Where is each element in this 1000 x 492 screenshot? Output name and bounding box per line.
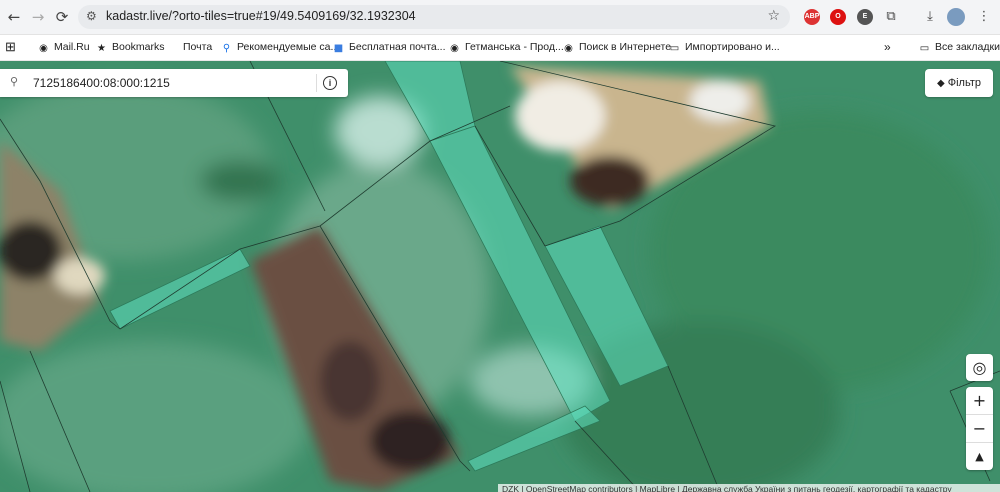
zoom-controls: + − ▲ bbox=[966, 387, 993, 470]
forward-icon[interactable]: → bbox=[28, 7, 48, 27]
download-icon[interactable]: ⤓ bbox=[921, 8, 939, 26]
search-input[interactable]: 7125186400:08:000:1215 bbox=[33, 76, 170, 90]
aerial-imagery bbox=[0, 61, 1000, 492]
bookmark-item[interactable]: ★ Bookmarks bbox=[96, 39, 165, 55]
bookmark-item[interactable]: Почта bbox=[183, 39, 212, 55]
folder-icon: ▭ bbox=[919, 43, 930, 54]
profile-avatar[interactable] bbox=[947, 8, 965, 26]
map-canvas[interactable]: ⚲ 7125186400:08:000:1215 i ◆ Фільтр ◎ + −… bbox=[0, 61, 1000, 492]
bookmark-item[interactable]: ⚲ Рекомендуемые са... bbox=[221, 39, 339, 55]
folder-icon: ▭ bbox=[669, 43, 680, 54]
extension-e-icon[interactable]: E bbox=[857, 9, 873, 25]
bookmark-item[interactable]: ◉ Поиск в Интернете bbox=[563, 39, 671, 55]
url-text[interactable]: kadastr.live/?orto-tiles=true#19/49.5409… bbox=[106, 9, 416, 23]
filter-button[interactable]: ◆ Фільтр bbox=[925, 69, 993, 97]
menu-dots-icon[interactable]: ⋮ bbox=[975, 8, 993, 26]
bookmarks-bar: ⊞ ◉ Mail.Ru ★ Bookmarks Почта ⚲ Рекомендуем… bbox=[0, 35, 1000, 61]
bookmark-star-icon[interactable]: ☆ bbox=[767, 8, 780, 24]
bookmarks-overflow-button[interactable]: » bbox=[884, 39, 891, 55]
apps-icon[interactable]: ⊞ bbox=[5, 39, 16, 55]
compass-icon[interactable]: ▲ bbox=[966, 442, 993, 470]
all-bookmarks-folder[interactable]: ▭ Все закладки bbox=[919, 39, 1000, 55]
info-icon[interactable]: i bbox=[323, 76, 337, 90]
bookmark-item[interactable]: ◉ Гетманська - Прод... bbox=[449, 39, 564, 55]
zoom-in-button[interactable]: + bbox=[966, 387, 993, 414]
site-settings-icon[interactable]: ⚙ bbox=[86, 9, 97, 23]
search-icon: ⚲ bbox=[222, 43, 231, 54]
search-divider bbox=[316, 74, 317, 92]
back-icon[interactable]: ← bbox=[4, 7, 24, 27]
zoom-out-button[interactable]: − bbox=[966, 414, 993, 442]
bookmark-item[interactable]: ◉ Mail.Ru bbox=[38, 39, 89, 55]
reload-icon[interactable]: ⟳ bbox=[52, 7, 72, 27]
globe-icon: ◉ bbox=[39, 43, 48, 54]
geolocate-control: ◎ bbox=[966, 354, 993, 381]
globe-icon: ◉ bbox=[450, 43, 459, 54]
opera-icon[interactable]: O bbox=[830, 9, 846, 25]
bookmark-item[interactable]: ▭ Импортировано и... bbox=[669, 39, 780, 55]
windows-icon: ■ bbox=[333, 43, 344, 54]
bookmark-item[interactable]: ■ Бесплатная почта... bbox=[333, 39, 446, 55]
globe-icon: ◉ bbox=[564, 43, 573, 54]
extensions-puzzle-icon[interactable]: ⧉ bbox=[882, 8, 900, 26]
browser-toolbar: ← → ⟳ ⚙ kadastr.live/?orto-tiles=true#19… bbox=[0, 0, 1000, 35]
adblock-icon[interactable]: ABP bbox=[804, 9, 820, 25]
locate-icon[interactable]: ◎ bbox=[966, 354, 993, 381]
layers-icon: ◆ bbox=[937, 78, 945, 89]
star-icon: ★ bbox=[97, 43, 106, 54]
search-icon: ⚲ bbox=[10, 75, 19, 88]
cadastral-search-box[interactable]: ⚲ 7125186400:08:000:1215 i bbox=[0, 69, 348, 97]
address-bar[interactable]: ⚙ kadastr.live/?orto-tiles=true#19/49.54… bbox=[78, 5, 790, 29]
map-attribution: DZK | OpenStreetMap contributors | MapLi… bbox=[498, 484, 1000, 492]
